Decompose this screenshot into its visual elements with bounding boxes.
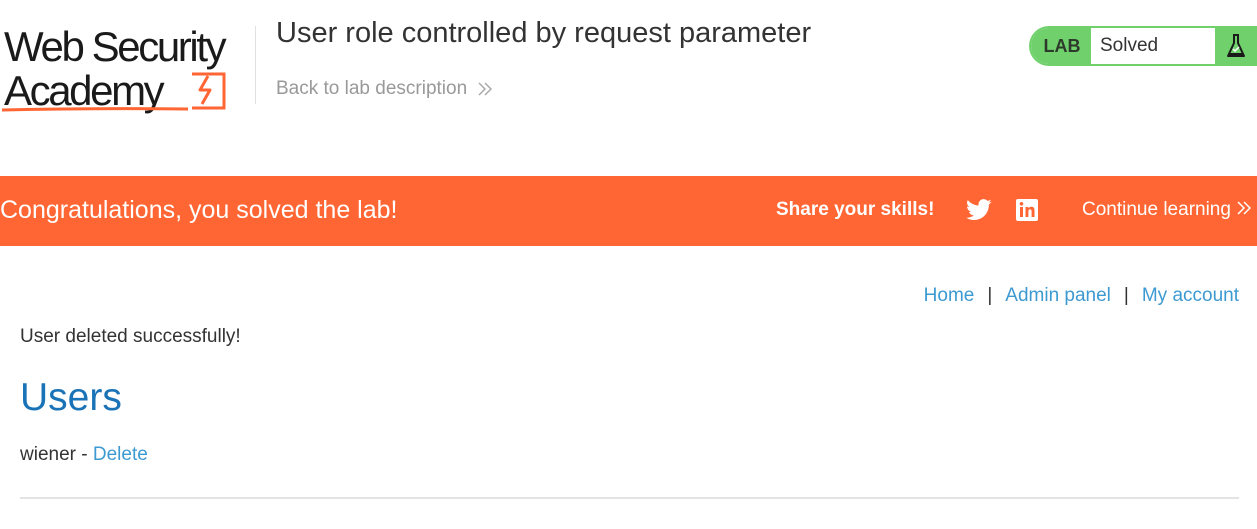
flask-icon	[1215, 28, 1257, 64]
back-to-lab-description-link[interactable]: Back to lab description	[276, 78, 493, 100]
chevron-double-right-icon	[478, 82, 493, 96]
delete-user-link[interactable]: Delete	[93, 444, 148, 465]
chevron-double-right-icon	[1237, 201, 1252, 215]
user-row-separator: -	[81, 444, 88, 465]
lab-status-widget: LAB Solved	[1029, 26, 1257, 66]
congratulations-message: Congratulations, you solved the lab!	[0, 196, 398, 224]
lab-badge: LAB	[1031, 28, 1091, 64]
nav-my-account-link[interactable]: My account	[1142, 285, 1239, 307]
linkedin-icon[interactable]	[1015, 198, 1039, 222]
lab-status-text: Solved	[1100, 35, 1159, 56]
logo-bolt-icon	[2, 72, 226, 112]
page: Web Security Academy User role controlle…	[0, 0, 1257, 529]
continue-learning-label: Continue learning	[1082, 199, 1231, 220]
nav-separator: |	[1123, 285, 1129, 306]
lab-title: User role controlled by request paramete…	[276, 17, 812, 49]
header-divider	[255, 26, 256, 104]
web-security-academy-logo[interactable]: Web Security Academy	[2, 24, 254, 116]
nav-home-link[interactable]: Home	[924, 285, 975, 307]
status-message: User deleted successfully!	[20, 326, 241, 347]
nav-admin-panel-link[interactable]: Admin panel	[1005, 285, 1111, 307]
content-divider	[20, 497, 1239, 499]
nav-separator: |	[987, 285, 993, 306]
solved-banner: Congratulations, you solved the lab! Sha…	[0, 176, 1257, 246]
top-navigation: Home | Admin panel | My account	[924, 285, 1239, 307]
back-link-label: Back to lab description	[276, 78, 468, 99]
share-skills-label: Share your skills!	[776, 199, 935, 220]
twitter-icon[interactable]	[966, 198, 992, 222]
user-row: wiener - Delete	[20, 444, 148, 466]
continue-learning-link[interactable]: Continue learning	[1082, 199, 1252, 221]
users-heading: Users	[20, 376, 122, 419]
user-name: wiener	[20, 444, 76, 465]
